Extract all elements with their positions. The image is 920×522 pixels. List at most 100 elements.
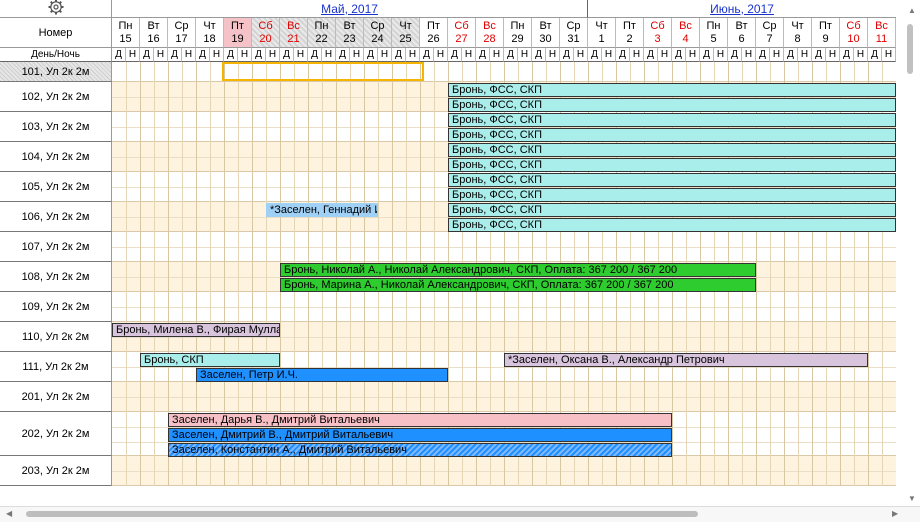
day-header[interactable]: Ср 31 <box>560 18 588 48</box>
booking-bar[interactable]: Бронь, Марина А., Николай Александрович,… <box>280 278 756 292</box>
month-june-header[interactable]: Июнь, 2017 <box>588 0 896 18</box>
day-half-label: Д <box>840 48 854 62</box>
booking-bar[interactable]: Бронь, Милена В., Фирая Муллан <box>112 323 280 337</box>
day-half-label: Д <box>336 48 350 62</box>
room-label[interactable]: 102, Ул 2к 2м <box>0 82 112 112</box>
day-header[interactable]: Чт 8 <box>784 18 812 48</box>
booking-bar[interactable]: Бронь, ФСС, СКП <box>448 83 896 97</box>
booking-bar[interactable]: Бронь, СКП <box>140 353 280 367</box>
room-label[interactable]: 105, Ул 2к 2м <box>0 172 112 202</box>
day-number: 5 <box>710 33 717 45</box>
day-number: 4 <box>682 33 689 45</box>
day-header[interactable]: Ср 7 <box>756 18 784 48</box>
day-number: 6 <box>738 33 745 45</box>
booking-bar[interactable]: Заселен, Дмитрий В., Дмитрий Витальевич <box>168 428 672 442</box>
grid-line <box>140 62 141 486</box>
day-header[interactable]: Пт 19 <box>224 18 252 48</box>
day-of-week: Вт <box>539 20 552 32</box>
day-header[interactable]: Сб 3 <box>644 18 672 48</box>
booking-bar[interactable]: Бронь, ФСС, СКП <box>448 98 896 112</box>
booking-bar[interactable]: Бронь, ФСС, СКП <box>448 113 896 127</box>
room-label[interactable]: 103, Ул 2к 2м <box>0 112 112 142</box>
month-june-link[interactable]: Июнь, 2017 <box>710 2 774 16</box>
day-header[interactable]: Ср 24 <box>364 18 392 48</box>
night-half-label: Н <box>546 48 560 62</box>
room-label[interactable]: 201, Ул 2к 2м <box>0 382 112 412</box>
day-number: 17 <box>175 33 188 45</box>
booking-bar[interactable]: Заселен, Петр И.Ч. <box>196 368 448 382</box>
booking-bar[interactable]: Бронь, ФСС, СКП <box>448 173 896 187</box>
day-of-week: Вт <box>343 20 356 32</box>
day-of-week: Пт <box>427 20 440 32</box>
booking-bar[interactable]: Бронь, ФСС, СКП <box>448 143 896 157</box>
day-header[interactable]: Пн 5 <box>700 18 728 48</box>
day-number: 15 <box>119 33 132 45</box>
day-of-week: Ср <box>370 20 385 32</box>
day-half-label: Д <box>448 48 462 62</box>
vertical-scrollbar[interactable] <box>904 18 920 504</box>
scroll-down-arrow-icon[interactable]: ▼ <box>908 494 916 503</box>
day-of-week: Вт <box>735 20 748 32</box>
day-header[interactable]: Вт 16 <box>140 18 168 48</box>
day-header[interactable]: Вс 28 <box>476 18 504 48</box>
horizontal-scroll-thumb[interactable] <box>26 511 698 517</box>
day-header[interactable]: Пт 26 <box>420 18 448 48</box>
month-may-header[interactable]: Май, 2017 <box>112 0 588 18</box>
settings-button[interactable] <box>0 0 112 18</box>
room-label[interactable]: 104, Ул 2к 2м <box>0 142 112 172</box>
month-may-link[interactable]: Май, 2017 <box>321 2 378 16</box>
day-header[interactable]: Чт 1 <box>588 18 616 48</box>
booking-bar[interactable]: Бронь, ФСС, СКП <box>448 158 896 172</box>
room-label[interactable]: 111, Ул 2к 2м <box>0 352 112 382</box>
day-number: 19 <box>231 33 244 45</box>
vertical-scroll-thumb[interactable] <box>907 24 913 74</box>
day-header[interactable]: Вт 6 <box>728 18 756 48</box>
room-label[interactable]: 107, Ул 2к 2м <box>0 232 112 262</box>
day-of-week: Вс <box>287 20 300 32</box>
day-number: 8 <box>794 33 801 45</box>
day-header[interactable]: Сб 10 <box>840 18 868 48</box>
day-header[interactable]: Пт 9 <box>812 18 840 48</box>
room-label[interactable]: 109, Ул 2к 2м <box>0 292 112 322</box>
booking-bar[interactable]: Бронь, ФСС, СКП <box>448 218 896 232</box>
booking-bar[interactable]: Бронь, ФСС, СКП <box>448 128 896 142</box>
day-header[interactable]: Вт 23 <box>336 18 364 48</box>
night-half-label: Н <box>238 48 252 62</box>
booking-bar[interactable]: Бронь, ФСС, СКП <box>448 188 896 202</box>
room-label[interactable]: 106, Ул 2к 2м <box>0 202 112 232</box>
day-header[interactable]: Вс 4 <box>672 18 700 48</box>
booking-bar[interactable]: Бронь, Николай А., Николай Александрович… <box>280 263 756 277</box>
day-header[interactable]: Вт 30 <box>532 18 560 48</box>
day-header[interactable]: Пн 22 <box>308 18 336 48</box>
day-header[interactable]: Пн 15 <box>112 18 140 48</box>
room-label[interactable]: 101, Ул 2к 2м <box>0 62 112 82</box>
day-of-week: Чт <box>203 20 216 32</box>
day-header[interactable]: Сб 27 <box>448 18 476 48</box>
scroll-right-arrow-icon[interactable]: ▶ <box>892 509 898 518</box>
day-header[interactable]: Чт 18 <box>196 18 224 48</box>
day-half-label: Д <box>812 48 826 62</box>
night-half-label: Н <box>602 48 616 62</box>
scroll-up-arrow-icon[interactable]: ▲ <box>908 6 916 15</box>
day-of-week: Вс <box>483 20 496 32</box>
day-header[interactable]: Вс 21 <box>280 18 308 48</box>
day-header[interactable]: Чт 25 <box>392 18 420 48</box>
booking-bar[interactable]: Заселен, Дарья В., Дмитрий Витальевич <box>168 413 672 427</box>
day-header[interactable]: Ср 17 <box>168 18 196 48</box>
room-label[interactable]: 202, Ул 2к 2м <box>0 412 112 456</box>
room-label[interactable]: 108, Ул 2к 2м <box>0 262 112 292</box>
booking-bar[interactable]: Бронь, ФСС, СКП <box>448 203 896 217</box>
booking-bar[interactable]: *Заселен, Геннадий И <box>266 203 378 217</box>
day-header[interactable]: Сб 20 <box>252 18 280 48</box>
day-of-week: Пт <box>623 20 636 32</box>
night-half-label: Н <box>574 48 588 62</box>
scroll-left-arrow-icon[interactable]: ◀ <box>6 509 12 518</box>
day-header[interactable]: Вс 11 <box>868 18 896 48</box>
booking-bar[interactable]: Заселен, Константин А., Дмитрий Витальев… <box>168 443 672 457</box>
room-label[interactable]: 203, Ул 2к 2м <box>0 456 112 486</box>
day-number: 27 <box>455 33 468 45</box>
day-header[interactable]: Пн 29 <box>504 18 532 48</box>
day-header[interactable]: Пт 2 <box>616 18 644 48</box>
booking-bar[interactable]: *Заселен, Оксана В., Александр Петрович <box>504 353 868 367</box>
room-label[interactable]: 110, Ул 2к 2м <box>0 322 112 352</box>
